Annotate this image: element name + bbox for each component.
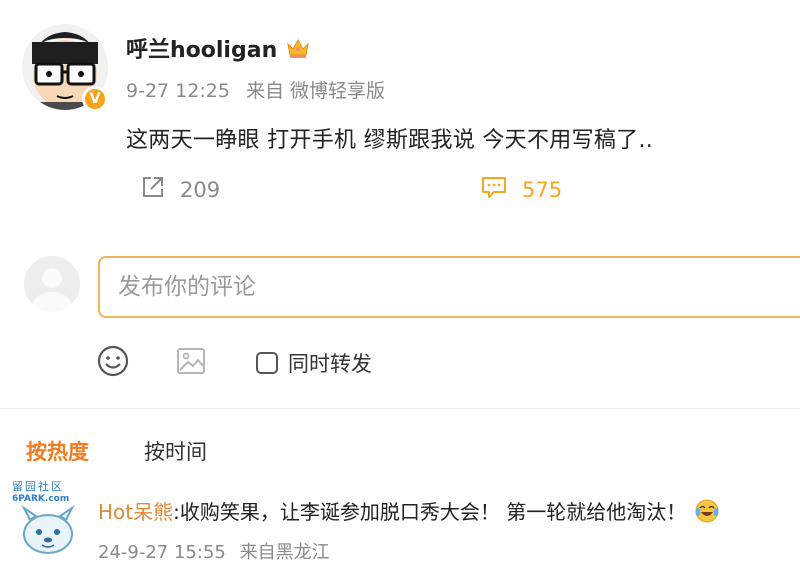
repost-label: 同时转发 <box>288 352 372 376</box>
hot-comment-source: 来自黑龙江 <box>239 542 330 563</box>
laughing-crying-icon <box>694 498 720 524</box>
hot-comment: Hot呆熊 :收购笑果，让李诞参加脱口秀大会！ 第一轮就给他淘汰！ <box>98 496 720 525</box>
watermark-logo: 留园社区 6PARK.com <box>10 478 84 556</box>
comment-icon <box>480 174 508 205</box>
post-actions: 209 575 <box>0 168 800 208</box>
share-icon <box>140 174 166 205</box>
hot-comment-author[interactable]: Hot呆熊 <box>98 496 173 525</box>
post-content: 这两天一睁眼 打开手机 缪斯跟我说 今天不用写稿了.. <box>126 128 654 153</box>
emoji-icon[interactable] <box>96 344 130 382</box>
share-button[interactable]: 209 <box>140 174 220 205</box>
tab-time[interactable]: 按时间 <box>144 436 207 466</box>
crown-icon <box>285 35 311 61</box>
watermark-text: 留园社区 <box>12 480 64 493</box>
post-source: 来自 微博轻享版 <box>245 80 386 102</box>
post-author[interactable]: 呼兰hooligan <box>126 32 311 64</box>
repost-toggle[interactable]: 同时转发 <box>256 348 372 378</box>
comment-count: 575 <box>522 177 563 202</box>
hot-comment-meta: 24-9-27 15:55 来自黑龙江 <box>98 538 330 564</box>
tab-hot[interactable]: 按热度 <box>26 436 89 466</box>
section-divider <box>0 408 800 409</box>
watermark-site: 6PARK.com <box>12 494 70 504</box>
post-time: 9-27 12:25 <box>126 80 230 102</box>
current-user-avatar <box>24 256 80 312</box>
comment-input[interactable] <box>98 256 800 318</box>
post-author-name[interactable]: 呼兰hooligan <box>126 32 277 64</box>
repost-checkbox[interactable] <box>256 352 278 374</box>
share-count: 209 <box>180 177 221 202</box>
comment-button[interactable]: 575 <box>480 174 562 205</box>
image-icon[interactable] <box>174 344 208 382</box>
post-meta: 9-27 12:25 来自 微博轻享版 <box>126 76 385 103</box>
hot-comment-text: :收购笑果，让李诞参加脱口秀大会！ 第一轮就给他淘汰！ <box>173 500 687 524</box>
hot-comment-time: 24-9-27 15:55 <box>98 542 226 563</box>
verified-badge: V <box>82 86 108 112</box>
